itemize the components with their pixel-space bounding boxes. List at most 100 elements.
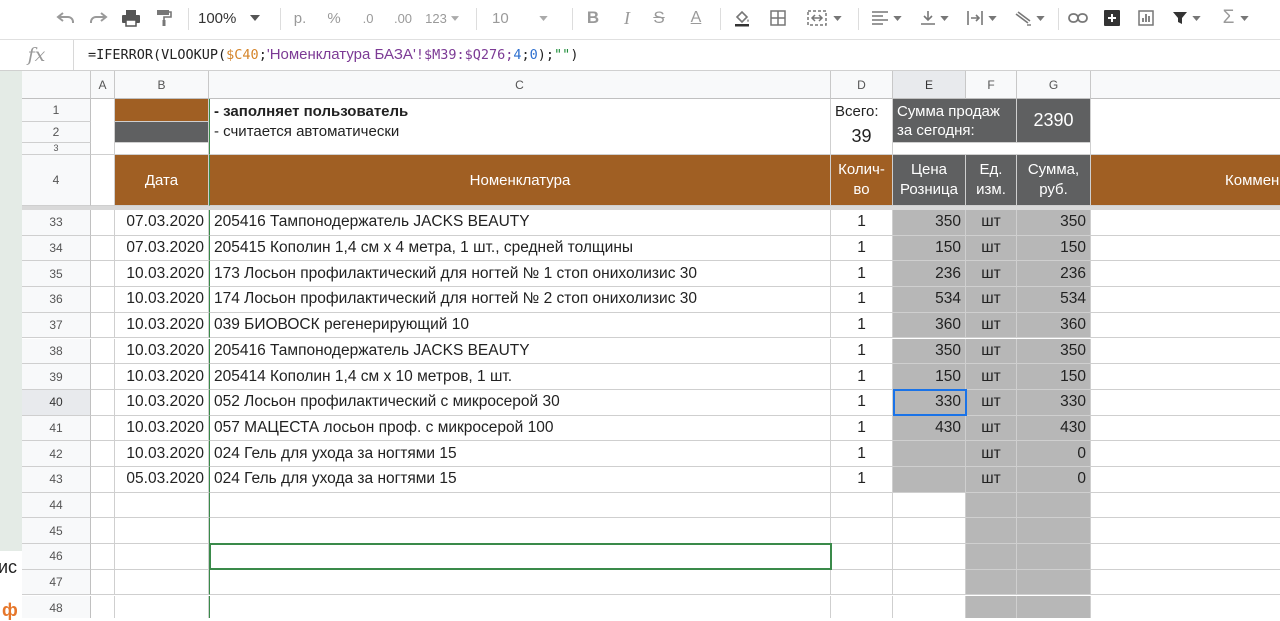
row-header[interactable]: 37 (22, 312, 91, 339)
cell-quantity[interactable]: 1 (831, 287, 893, 313)
cell-item[interactable] (209, 544, 831, 570)
cell-a[interactable] (91, 595, 115, 618)
cell-quantity[interactable]: 1 (831, 415, 893, 442)
filter-icon[interactable] (1166, 0, 1206, 36)
header-price[interactable]: Цена Розница (893, 155, 966, 206)
print-icon[interactable] (118, 0, 144, 36)
cell-price[interactable] (893, 595, 966, 618)
insert-link-icon[interactable] (1066, 0, 1090, 36)
cell-a[interactable] (91, 210, 115, 236)
cell-date[interactable]: 07.03.2020 (115, 235, 209, 262)
row-header[interactable]: 34 (22, 235, 91, 262)
column-header-f[interactable]: F (966, 71, 1017, 99)
cell-comment[interactable] (1091, 261, 1280, 288)
cell-unit[interactable]: шт (966, 312, 1017, 339)
cell-item[interactable] (209, 595, 831, 618)
cell-unit[interactable] (966, 544, 1017, 570)
cell-quantity[interactable] (831, 595, 893, 618)
cell-a[interactable] (91, 235, 115, 262)
cell-price[interactable] (893, 441, 966, 467)
cell-item[interactable]: 205415 Кополин 1,4 см х 4 метра, 1 шт., … (209, 235, 831, 262)
cell-sum[interactable] (1017, 518, 1091, 545)
cell-item[interactable]: 039 БИОВОСК регенерирующий 10 (209, 312, 831, 339)
cell-sum[interactable] (1017, 569, 1091, 596)
row-header[interactable]: 3 (22, 143, 91, 155)
bold-button[interactable]: B (582, 0, 604, 36)
cell-date[interactable] (115, 518, 209, 545)
cell-item[interactable]: 173 Лосьон профилактический для ногтей №… (209, 261, 831, 288)
cell-unit[interactable] (966, 595, 1017, 618)
cell-item[interactable]: 205414 Кополин 1,4 см х 10 метров, 1 шт. (209, 364, 831, 390)
cell-sum[interactable]: 350 (1017, 210, 1091, 236)
cell-a[interactable] (91, 544, 115, 570)
cell-a[interactable] (91, 441, 115, 467)
text-color-button[interactable]: A (684, 0, 708, 36)
cell-comment[interactable] (1091, 493, 1280, 519)
cell-comment[interactable] (1091, 236, 1280, 262)
row-header[interactable]: 40 (22, 389, 91, 416)
cell-comment[interactable] (1091, 339, 1280, 365)
font-size-select[interactable]: 10 (492, 0, 566, 36)
legend-text-cell[interactable]: - заполняет пользователь - считается авт… (209, 99, 831, 155)
cell-quantity[interactable]: 1 (831, 312, 893, 339)
cell-comment[interactable] (1091, 313, 1280, 339)
cell-date[interactable] (115, 492, 209, 519)
cell-item[interactable]: 057 МАЦЕСТА лосьон проф. с микросерой 10… (209, 415, 831, 442)
cell-item[interactable]: 024 Гель для ухода за ногтями 15 (209, 467, 831, 493)
currency-format-button[interactable]: р. (288, 0, 312, 36)
cell-sum[interactable]: 150 (1017, 235, 1091, 262)
row-header[interactable]: 36 (22, 287, 91, 313)
cell-unit[interactable] (966, 569, 1017, 596)
cell-quantity[interactable]: 1 (831, 389, 893, 416)
insert-comment-icon[interactable] (1100, 0, 1124, 36)
row-header[interactable]: 33 (22, 210, 91, 236)
header-unit[interactable]: Ед. изм. (966, 155, 1017, 206)
cell-sum[interactable]: 236 (1017, 261, 1091, 288)
cell-a[interactable] (91, 312, 115, 339)
row-header[interactable]: 48 (22, 595, 91, 618)
cell-price[interactable]: 360 (893, 312, 966, 339)
fill-color-icon[interactable] (730, 0, 754, 36)
cell-sum[interactable]: 360 (1017, 312, 1091, 339)
cell-quantity[interactable]: 1 (831, 364, 893, 390)
cell-date[interactable]: 07.03.2020 (115, 210, 209, 236)
cell-a[interactable] (91, 338, 115, 365)
strikethrough-button[interactable]: S (648, 0, 670, 36)
cell-item[interactable] (209, 492, 831, 519)
cell-comment[interactable] (1091, 544, 1280, 570)
italic-button[interactable]: I (616, 0, 638, 36)
cell-item[interactable]: 205416 Тампонодержатель JACKS BEAUTY (209, 338, 831, 365)
cell-quantity[interactable] (831, 544, 893, 570)
cell-a[interactable] (91, 518, 115, 545)
cell-date[interactable]: 10.03.2020 (115, 287, 209, 313)
cell-date[interactable]: 10.03.2020 (115, 338, 209, 365)
percent-format-button[interactable]: % (322, 0, 346, 36)
cell-comment[interactable] (1091, 390, 1280, 416)
cell-date[interactable]: 10.03.2020 (115, 389, 209, 416)
header-sum[interactable]: Сумма, руб. (1017, 155, 1091, 206)
cell-date[interactable]: 10.03.2020 (115, 312, 209, 339)
cell-unit[interactable]: шт (966, 467, 1017, 493)
cell-date[interactable] (115, 595, 209, 618)
cell-price[interactable] (893, 518, 966, 545)
cell-date[interactable]: 10.03.2020 (115, 364, 209, 390)
cell-item[interactable] (209, 518, 831, 545)
merge-cells-icon[interactable] (800, 0, 848, 36)
cell-quantity[interactable]: 1 (831, 210, 893, 236)
cell-unit[interactable]: шт (966, 235, 1017, 262)
cell-date[interactable]: 05.03.2020 (115, 467, 209, 493)
cell-item[interactable]: 052 Лосьон профилактический с микросерой… (209, 389, 831, 416)
cell-price[interactable] (893, 467, 966, 493)
cell-unit[interactable]: шт (966, 364, 1017, 390)
cell-unit[interactable]: шт (966, 415, 1017, 442)
cell-date[interactable] (115, 544, 209, 570)
cell-unit[interactable]: шт (966, 338, 1017, 365)
cell-price[interactable]: 150 (893, 364, 966, 390)
column-header-h[interactable] (1091, 71, 1280, 99)
cell-unit[interactable]: шт (966, 261, 1017, 288)
cell-comment[interactable] (1091, 364, 1280, 390)
cell-quantity[interactable] (831, 518, 893, 545)
row-header[interactable]: 47 (22, 569, 91, 596)
redo-icon[interactable] (86, 0, 110, 36)
cell-date[interactable]: 10.03.2020 (115, 415, 209, 442)
